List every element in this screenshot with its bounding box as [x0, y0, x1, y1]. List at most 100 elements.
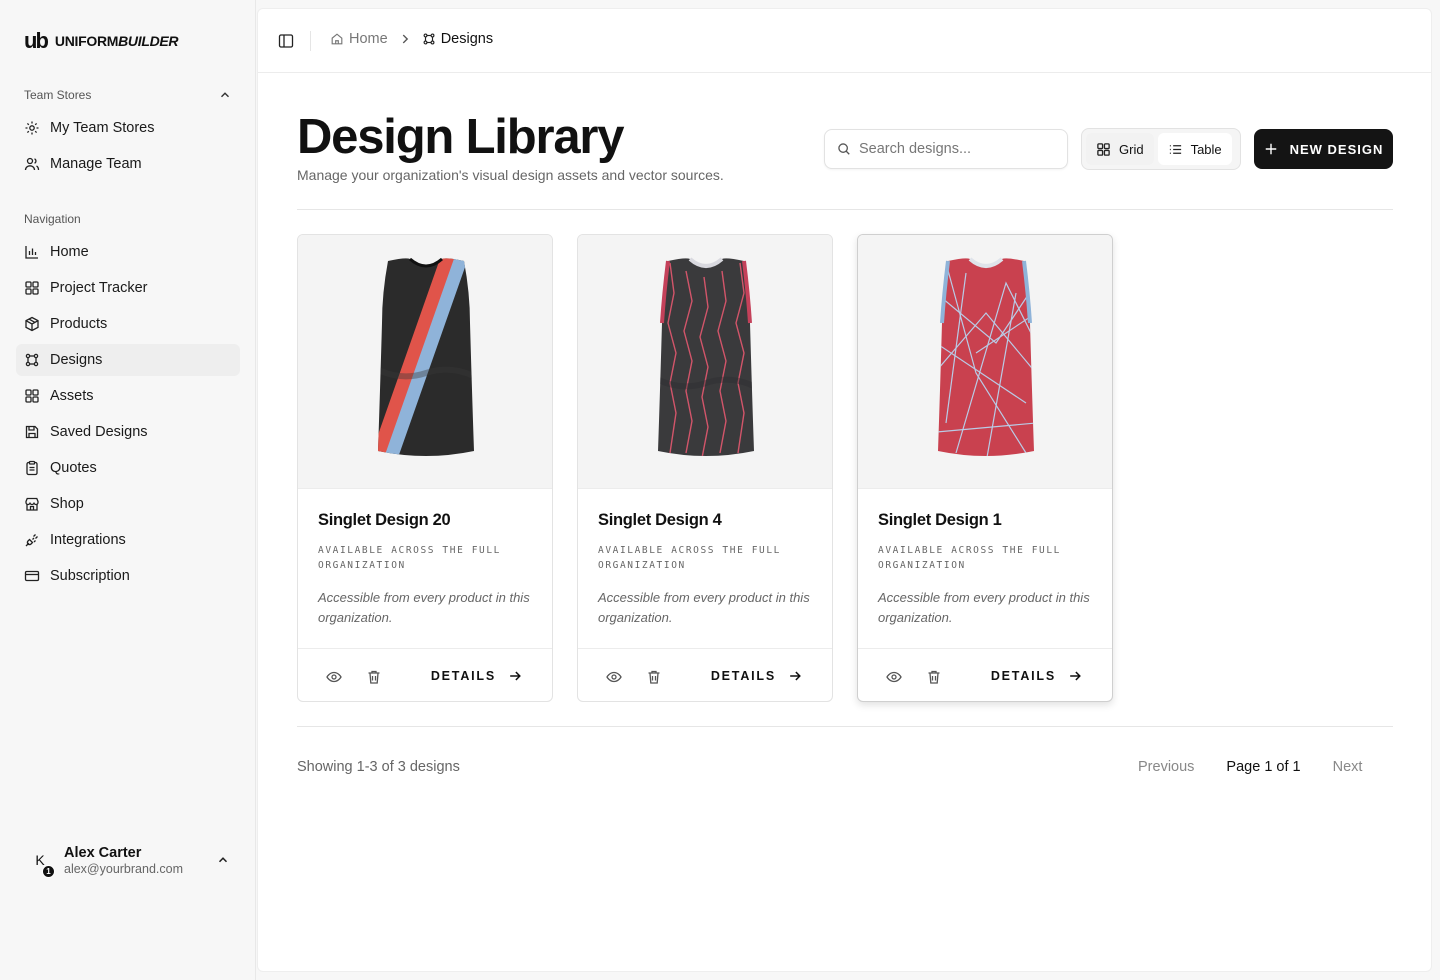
- sidebar-item-label: Products: [50, 316, 108, 332]
- sidebar-item-shop[interactable]: Shop: [16, 488, 240, 520]
- details-button[interactable]: DETAILS: [431, 669, 522, 683]
- trash-icon[interactable]: [366, 669, 382, 685]
- page-indicator: Page 1 of 1: [1226, 759, 1301, 775]
- singlet-image: [378, 257, 474, 457]
- sidebar-item-assets[interactable]: Assets: [16, 380, 240, 412]
- details-button[interactable]: DETAILS: [991, 669, 1082, 683]
- grid-icon: [1097, 142, 1110, 156]
- design-card[interactable]: Singlet Design 4 AVAILABLE ACROSS THE FU…: [577, 234, 833, 702]
- details-label: DETAILS: [710, 669, 776, 683]
- design-card[interactable]: Singlet Design 1 AVAILABLE ACROSS THE FU…: [857, 234, 1113, 702]
- view-grid-button[interactable]: Grid: [1086, 133, 1154, 165]
- design-description: Accessible from every product in this or…: [878, 590, 1090, 625]
- design-scope: AVAILABLE ACROSS THE FULL ORGANIZATION: [598, 545, 781, 571]
- chevron-up-icon: [221, 92, 229, 98]
- chevron-right-icon: [402, 34, 408, 44]
- details-button[interactable]: DETAILS: [711, 669, 802, 683]
- sidebar-item-designs[interactable]: Designs: [16, 344, 240, 376]
- sidebar-item-label: Manage Team: [50, 156, 142, 172]
- frame-icon: [25, 353, 39, 367]
- singlet-image: [938, 257, 1034, 457]
- search-input[interactable]: [859, 141, 1049, 157]
- credit-card-icon: [24, 570, 40, 582]
- avatar: K 1: [24, 844, 56, 878]
- design-thumbnail[interactable]: [858, 235, 1112, 489]
- users-icon: [24, 157, 40, 171]
- navigation-section-header: Navigation: [24, 212, 232, 226]
- new-design-label: NEW DESIGN: [1289, 141, 1384, 157]
- breadcrumb-home-label: Home: [349, 31, 388, 47]
- view-grid-label: Grid: [1119, 141, 1144, 157]
- sidebar-item-label: Integrations: [50, 532, 126, 548]
- sidebar-item-home[interactable]: Home: [16, 236, 240, 268]
- save-icon: [25, 425, 39, 439]
- main-content: Home Designs Design Library Manage your …: [257, 8, 1432, 972]
- sidebar-item-label: Shop: [50, 496, 84, 512]
- sidebar-item-label: Saved Designs: [50, 424, 148, 440]
- eye-icon[interactable]: [606, 669, 622, 685]
- design-title: Singlet Design 1: [878, 511, 1002, 529]
- design-title: Singlet Design 20: [318, 511, 451, 529]
- layout-grid-icon: [25, 389, 39, 403]
- store-icon: [25, 497, 39, 511]
- next-page-button[interactable]: Next: [1333, 759, 1363, 775]
- sidebar-item-label: Quotes: [50, 460, 97, 476]
- card-actions: DETAILS: [858, 648, 1112, 701]
- breadcrumb: Home Designs: [330, 31, 493, 47]
- design-scope: AVAILABLE ACROSS THE FULL ORGANIZATION: [318, 545, 501, 571]
- sidebar-item-my-team-stores[interactable]: My Team Stores: [16, 112, 240, 144]
- view-table-button[interactable]: Table: [1157, 133, 1232, 165]
- user-name: Alex Carter: [64, 844, 142, 861]
- sidebar-item-label: Assets: [50, 388, 94, 404]
- trash-icon[interactable]: [646, 669, 662, 685]
- sidebar-item-subscription[interactable]: Subscription: [16, 560, 240, 592]
- header-divider: [297, 209, 1393, 210]
- frame-icon: [423, 33, 435, 45]
- sidebar-toggle-icon[interactable]: [278, 33, 294, 49]
- eye-icon[interactable]: [886, 669, 902, 685]
- design-thumbnail[interactable]: [298, 235, 552, 489]
- topbar-divider: [310, 31, 311, 51]
- notification-badge: 1: [42, 865, 55, 878]
- sidebar-item-label: Subscription: [50, 568, 130, 584]
- navigation-section-label: Navigation: [24, 212, 81, 226]
- design-description: Accessible from every product in this or…: [318, 590, 530, 625]
- design-title: Singlet Design 4: [598, 511, 722, 529]
- previous-page-button[interactable]: Previous: [1138, 759, 1194, 775]
- singlet-image: [658, 257, 754, 457]
- sidebar-item-products[interactable]: Products: [16, 308, 240, 340]
- plus-icon: [1265, 143, 1276, 155]
- search-box[interactable]: [824, 129, 1068, 169]
- breadcrumb-home[interactable]: Home: [330, 31, 388, 47]
- view-toggle: Grid Table: [1081, 128, 1241, 170]
- top-bar: Home Designs: [258, 9, 1431, 73]
- sidebar-item-label: Home: [50, 244, 89, 260]
- eye-icon[interactable]: [326, 669, 342, 685]
- design-thumbnail[interactable]: [578, 235, 832, 489]
- user-info: Alex Carter alex@yourbrand.com: [64, 845, 216, 876]
- breadcrumb-current: Designs: [422, 31, 493, 47]
- team-stores-section-header[interactable]: Team Stores: [24, 88, 232, 102]
- new-design-button[interactable]: NEW DESIGN: [1254, 129, 1393, 169]
- sidebar-item-manage-team[interactable]: Manage Team: [16, 148, 240, 180]
- team-stores-section-label: Team Stores: [24, 88, 92, 102]
- sidebar-item-integrations[interactable]: Integrations: [16, 524, 240, 556]
- details-label: DETAILS: [990, 669, 1056, 683]
- brand-mark: ub: [24, 28, 49, 53]
- sidebar-item-saved-designs[interactable]: Saved Designs: [16, 416, 240, 448]
- design-description: Accessible from every product in this or…: [598, 590, 810, 625]
- user-menu[interactable]: K 1 Alex Carter alex@yourbrand.com: [24, 838, 236, 882]
- bar-chart-icon: [25, 246, 38, 259]
- sidebar-item-quotes[interactable]: Quotes: [16, 452, 240, 484]
- design-scope: AVAILABLE ACROSS THE FULL ORGANIZATION: [878, 545, 1061, 571]
- sidebar-item-project-tracker[interactable]: Project Tracker: [16, 272, 240, 304]
- brand-name: UNIFORMBUILDER: [54, 33, 179, 49]
- sidebar-item-label: Project Tracker: [50, 280, 148, 296]
- package-icon: [25, 316, 39, 332]
- list-icon: [1169, 144, 1181, 154]
- footer-divider: [297, 726, 1393, 727]
- brand-logo[interactable]: ub UNIFORMBUILDER: [24, 28, 179, 54]
- design-card[interactable]: Singlet Design 20 AVAILABLE ACROSS THE F…: [297, 234, 553, 702]
- trash-icon[interactable]: [926, 669, 942, 685]
- sidebar-item-label: Designs: [50, 352, 103, 368]
